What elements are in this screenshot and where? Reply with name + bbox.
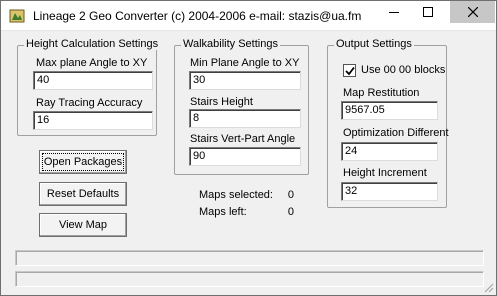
close-icon (467, 7, 478, 17)
open-packages-button[interactable]: Open Packages (39, 150, 127, 174)
resize-grip-icon[interactable] (482, 281, 494, 293)
map-restitution-label: Map Restitution (343, 87, 420, 99)
window-title: Lineage 2 Geo Converter (c) 2004-2006 e-… (33, 9, 362, 23)
map-restitution-field[interactable]: 9567.05 (341, 101, 438, 120)
group-title: Height Calculation Settings (24, 38, 161, 50)
app-icon[interactable] (9, 8, 25, 24)
use-blocks-label[interactable]: Use 00 00 blocks (361, 64, 445, 76)
group-title: Walkability Settings (181, 38, 280, 50)
minimize-icon (389, 12, 399, 13)
ray-tracing-field[interactable]: 16 (33, 111, 153, 130)
stairs-height-field[interactable]: 8 (189, 109, 301, 128)
maps-selected-value: 0 (287, 189, 294, 201)
optimization-label: Optimization Different (343, 127, 449, 139)
stairs-vert-angle-label: Stairs Vert-Part Angle (190, 133, 296, 145)
progress-bar (15, 250, 484, 266)
group-title: Output Settings (334, 38, 414, 50)
stairs-vert-angle-field[interactable]: 90 (189, 147, 301, 166)
checkmark-icon (344, 66, 355, 75)
minimize-button[interactable] (377, 1, 411, 23)
close-button[interactable] (450, 1, 495, 23)
max-plane-angle-label: Max plane Angle to XY (36, 57, 148, 69)
maximize-button[interactable] (411, 1, 445, 23)
max-plane-angle-field[interactable]: 40 (33, 71, 153, 90)
maps-left-label: Maps left: (199, 206, 247, 218)
ray-tracing-label: Ray Tracing Accuracy (36, 97, 143, 109)
use-blocks-checkbox[interactable] (343, 64, 356, 77)
maps-selected-label: Maps selected: (199, 189, 273, 201)
min-plane-angle-label: Min Plane Angle to XY (190, 57, 300, 69)
height-increment-field[interactable]: 32 (341, 182, 438, 201)
main-window: Lineage 2 Geo Converter (c) 2004-2006 e-… (0, 0, 497, 296)
view-map-button[interactable]: View Map (39, 213, 127, 237)
maximize-icon (423, 7, 433, 17)
maps-left-value: 0 (287, 206, 294, 218)
min-plane-angle-field[interactable]: 30 (189, 71, 301, 90)
stairs-height-label: Stairs Height (190, 96, 253, 108)
reset-defaults-button[interactable]: Reset Defaults (39, 182, 127, 206)
title-bar[interactable]: Lineage 2 Geo Converter (c) 2004-2006 e-… (1, 1, 496, 31)
height-increment-label: Height Increment (343, 167, 427, 179)
optimization-field[interactable]: 24 (341, 142, 438, 161)
status-bar (15, 271, 484, 287)
